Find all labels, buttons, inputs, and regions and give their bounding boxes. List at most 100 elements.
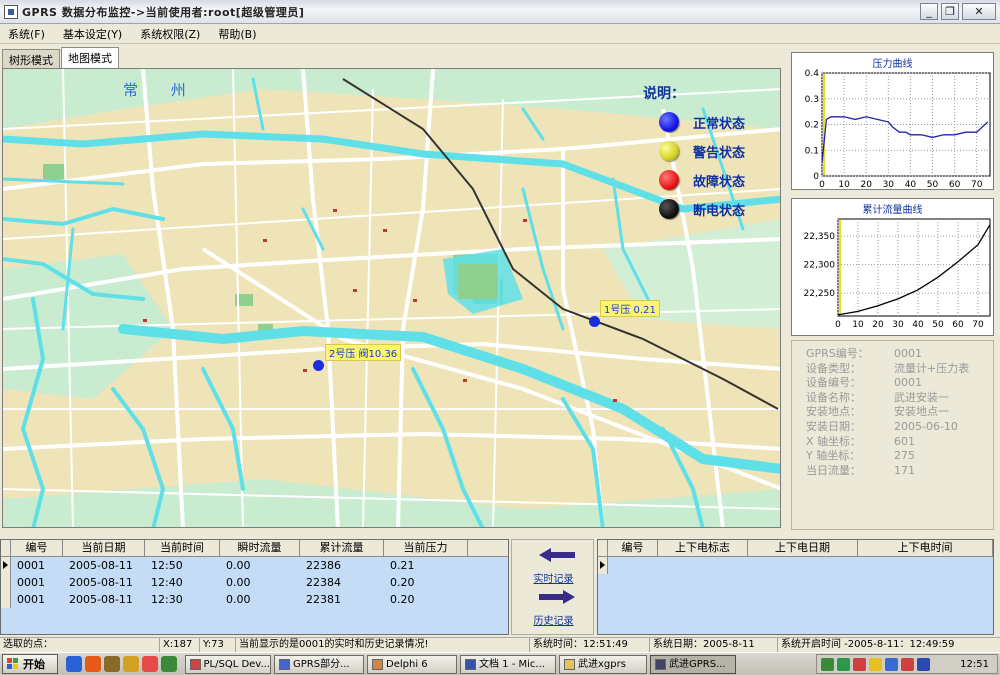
browser-icon[interactable] [85,656,101,672]
col-event-id[interactable]: 编号 [608,540,658,556]
status-dot-icon [659,141,679,161]
y-tick-label: 22,300 [804,261,836,271]
legend-item-normal: 正常状态 [659,112,780,132]
task-folder[interactable]: 武进xgprs [559,654,647,674]
window-title: GPRS 数据分布监控->当前使用者:root[超级管理员] [22,5,305,19]
col-date[interactable]: 当前日期 [63,540,145,556]
info-x-coordinate: X 轴坐标： 601 [806,434,915,448]
x-tick-label: 60 [952,320,964,330]
x-tick-label: 40 [905,180,917,190]
legend-item-power-off: 断电状态 [659,199,780,219]
city-label: 常 州 [123,81,200,99]
menu-basic-settings[interactable]: 基本设定(Y) [63,26,122,42]
power-events-table[interactable]: 编号 上下电标志 上下电日期 上下电时间 [597,539,994,635]
col-power-time[interactable]: 上下电时间 [858,540,993,556]
task-word-doc[interactable]: 文档 1 - Mic... [460,654,556,674]
x-tick-label: 70 [971,180,983,190]
menu-help[interactable]: 帮助(B) [218,26,256,42]
realtime-records-link[interactable]: 实时记录 [512,570,595,585]
records-header: 编号 当前日期 当前时间 瞬时流量 累计流量 当前压力 [1,540,508,557]
tray-icon[interactable] [917,657,930,671]
records-table[interactable]: 编号 当前日期 当前时间 瞬时流量 累计流量 当前压力 0001 2005-08… [0,539,509,635]
status-y: Y:73 [200,638,236,652]
x-tick-label: 30 [892,320,904,330]
device-marker-1[interactable] [589,316,600,327]
status-selected-point: 选取的点： [0,638,160,652]
tray-icon[interactable] [837,657,850,671]
ie-icon[interactable] [66,656,82,672]
device-info-panel: GPRS编号： 0001 设备类型： 流量计+压力表 设备编号： 0001 设备名称：… [791,340,994,530]
status-system-date: 系统日期：2005-8-11 [650,638,778,652]
table-row[interactable]: 0001 2005-08-11 12:50 0.00 22386 0.21 [1,557,508,574]
minimize-button[interactable]: _ [920,3,938,20]
tray-icon[interactable] [869,657,882,671]
menu-bar: 系统(F) 基本设定(Y) 系统权限(Z) 帮助(B) [0,24,1000,44]
app-icon[interactable] [104,656,120,672]
x-tick-label: 70 [972,320,984,330]
qq-icon[interactable] [161,656,177,672]
info-install-location: 安装地点： 安装地点一 [806,405,949,419]
plot-area [837,218,991,317]
y-tick-label: 0.3 [805,95,819,105]
city-map[interactable]: 常 州 说明： 正常状态 警告状态 故障状态 断电状态 1号压 0.21 2号压… [2,68,781,528]
status-bar: 选取的点： X:187 Y:73 当前显示的是0001的实时和历史记录情况! 系… [0,637,1000,652]
y-tick-label: 22,350 [804,232,836,242]
info-device-name: 设备名称： 武进安装一 [806,390,949,404]
record-nav-panel: 实时记录 历史记录 [511,539,594,635]
task-plsql[interactable]: PL/SQL Dev... [185,654,271,674]
windows-logo-icon [7,658,19,670]
system-tray: 12:51 [816,654,998,674]
info-device-id: 设备编号： 0001 [806,376,922,390]
info-device-type: 设备类型： 流量计+压力表 [806,361,970,375]
menu-permissions[interactable]: 系统权限(Z) [140,26,200,42]
tray-icon[interactable] [853,657,866,671]
tab-tree-mode[interactable]: 树形模式 [2,49,60,68]
col-power-flag[interactable]: 上下电标志 [658,540,748,556]
pressure-chart: 0 10 20 30 40 50 60 70 0 0.1 0.2 0.3 0.4 [805,69,991,190]
col-pressure[interactable]: 当前压力 [384,540,468,556]
col-time[interactable]: 当前时间 [145,540,220,556]
app-icon[interactable] [123,656,139,672]
col-instant-flow[interactable]: 瞬时流量 [220,540,300,556]
x-tick-label: 10 [852,320,864,330]
events-header: 编号 上下电标志 上下电日期 上下电时间 [598,540,993,557]
table-row[interactable]: 0001 2005-08-11 12:30 0.00 22381 0.20 [1,591,508,608]
arrow-right-icon[interactable] [539,590,575,604]
start-button[interactable]: 开始 [2,654,58,674]
tray-icon[interactable] [885,657,898,671]
col-total-flow[interactable]: 累计流量 [300,540,384,556]
y-tick-label: 0 [813,172,819,182]
pressure-chart-panel: 压力曲线 0 10 20 30 40 50 60 70 0 0.1 0.2 0.3 0.4 [791,52,994,190]
cursor-bar [839,220,841,315]
x-tick-label: 20 [872,320,884,330]
info-daily-flow: 当日流量： 171 [806,463,915,477]
restore-button[interactable]: ❐ [941,3,959,20]
flow-chart-panel: 累计流量曲线 0 10 20 30 40 50 60 70 22,250 22,300 22,350 [791,198,994,336]
y-tick-label: 0.2 [805,121,819,131]
task-gprs-doc[interactable]: GPRS部分... [274,654,364,674]
device-marker-2[interactable] [313,360,324,371]
arrow-left-icon[interactable] [539,548,575,562]
map-legend: 说明： 正常状态 警告状态 故障状态 断电状态 [643,83,780,219]
table-row[interactable]: 0001 2005-08-11 12:40 0.00 22384 0.20 [1,574,508,591]
y-tick-label: 0.4 [805,69,820,79]
task-gprs-app[interactable]: 武进GPRS... [650,654,736,674]
task-delphi[interactable]: Delphi 6 [367,654,457,674]
status-dot-icon [659,199,679,219]
col-power-date[interactable]: 上下电日期 [748,540,858,556]
device-marker-label-1: 1号压 0.21 [600,300,660,317]
menu-system[interactable]: 系统(F) [8,26,45,42]
table-row[interactable] [598,557,993,574]
history-records-link[interactable]: 历史记录 [512,612,595,627]
flow-chart: 0 10 20 30 40 50 60 70 22,250 22,300 22,350 [804,218,991,330]
x-tick-label: 0 [819,180,825,190]
cursor-bar [823,74,825,175]
view-tabs: 树形模式 地图模式 [0,46,785,68]
tray-icon[interactable] [821,657,834,671]
tab-map-mode[interactable]: 地图模式 [61,47,119,68]
tray-icon[interactable] [901,657,914,671]
close-button[interactable]: ✕ [962,3,996,20]
app-icon[interactable] [142,656,158,672]
col-id[interactable]: 编号 [11,540,63,556]
status-dot-icon [659,170,679,190]
